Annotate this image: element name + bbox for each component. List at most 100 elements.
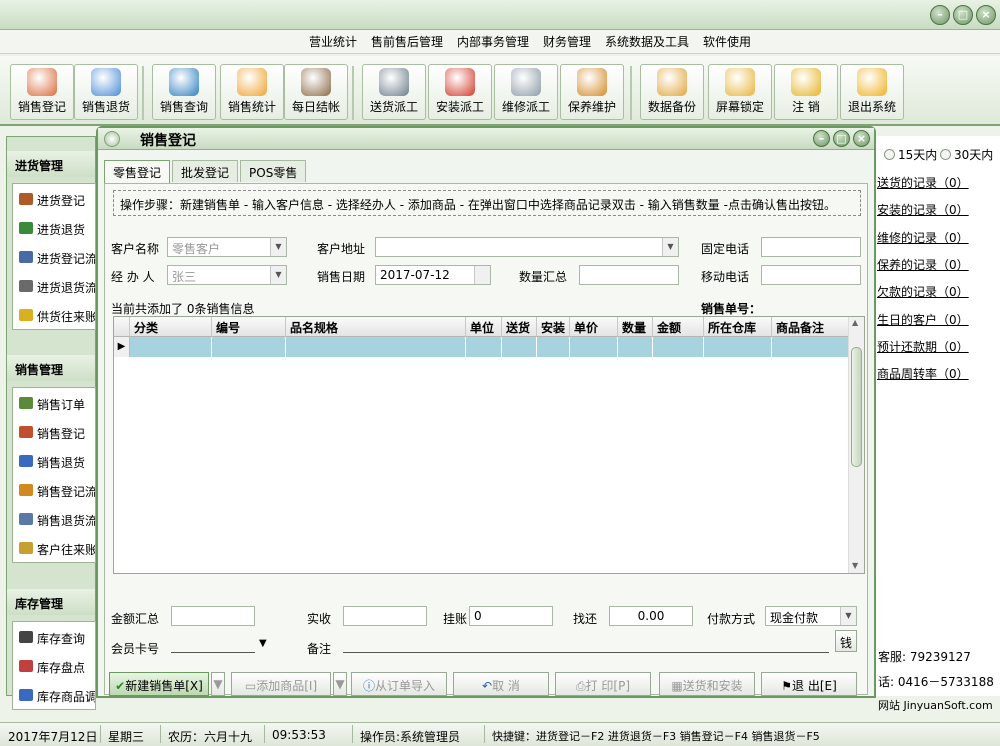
member-card-input[interactable]	[171, 652, 255, 653]
scrollbar-thumb[interactable]	[851, 347, 862, 467]
nav-item[interactable]: 进货退货	[13, 213, 95, 242]
grid-cell[interactable]	[537, 337, 570, 357]
address-select[interactable]: ▼	[375, 237, 679, 257]
grid-column-header[interactable]: 单价	[570, 317, 618, 337]
toolbar-button-9[interactable]: 数据备份	[640, 64, 704, 120]
grid-cell[interactable]	[212, 337, 286, 357]
chevron-down-icon[interactable]: ▼	[270, 266, 286, 284]
menu-item[interactable]: 营业统计	[309, 33, 357, 50]
close-icon[interactable]: ×	[853, 130, 870, 147]
grid-cell[interactable]	[570, 337, 618, 357]
maximize-icon[interactable]: □	[833, 130, 850, 147]
toolbar-button-11[interactable]: 注 销	[774, 64, 838, 120]
new-order-button[interactable]: ✔新建销售单[X]	[109, 672, 209, 696]
cash-button[interactable]: 钱	[835, 630, 857, 652]
grid-column-header[interactable]: 金额	[653, 317, 704, 337]
nav-section-title[interactable]: 销售管理	[7, 355, 95, 381]
chevron-down-icon[interactable]: ▼	[662, 238, 678, 256]
reminder-link[interactable]: 送货的记录（0）	[877, 174, 969, 191]
nav-section-title[interactable]: 库存管理	[7, 589, 95, 615]
date-picker[interactable]: 2017-07-12	[375, 265, 491, 285]
grid-cell[interactable]	[772, 337, 856, 357]
nav-item[interactable]: 销售订单	[13, 388, 95, 417]
nav-item[interactable]: 进货登记	[13, 184, 95, 213]
grid-column-header[interactable]: 分类	[130, 317, 212, 337]
toolbar-button-10[interactable]: 屏幕锁定	[708, 64, 772, 120]
toolbar-button-6[interactable]: 安装派工	[428, 64, 492, 120]
toolbar-button-2[interactable]: 销售查询	[152, 64, 216, 120]
reminder-link[interactable]: 欠款的记录（0）	[877, 283, 969, 300]
calendar-icon[interactable]	[474, 266, 490, 284]
grid-column-header[interactable]: 安装	[537, 317, 570, 337]
grid-cell[interactable]	[502, 337, 537, 357]
print-button[interactable]: ⎙打 印[P]	[555, 672, 651, 696]
reminder-link[interactable]: 生日的客户（0）	[877, 311, 969, 328]
tab-pos[interactable]: POS零售	[240, 160, 307, 182]
grid-column-header[interactable]: 送货	[502, 317, 537, 337]
nav-item[interactable]: 库存商品调	[13, 680, 95, 709]
delivery-install-button[interactable]: ▦送货和安装	[659, 672, 755, 696]
toolbar-button-1[interactable]: 销售退货	[74, 64, 138, 120]
reminder-link[interactable]: 安装的记录（0）	[877, 201, 969, 218]
toolbar-button-12[interactable]: 退出系统	[840, 64, 904, 120]
add-product-button[interactable]: ▭添加商品[I]	[231, 672, 331, 696]
new-order-dropdown[interactable]: ▼	[211, 672, 225, 696]
minimize-icon[interactable]: –	[930, 5, 950, 25]
grid-cell[interactable]	[618, 337, 653, 357]
minimize-icon[interactable]: –	[813, 130, 830, 147]
paid-input[interactable]	[343, 606, 427, 626]
grid-column-header[interactable]: 商品备注	[772, 317, 856, 337]
nav-item[interactable]: 销售退货流	[13, 504, 95, 533]
scroll-down-icon[interactable]: ▼	[852, 561, 858, 570]
toolbar-button-5[interactable]: 送货派工	[362, 64, 426, 120]
chevron-down-icon[interactable]: ▼	[840, 607, 856, 625]
grid-scrollbar[interactable]: ▲ ▼	[848, 317, 864, 573]
grid-cell[interactable]	[466, 337, 502, 357]
exit-button[interactable]: ⚑退 出[E]	[761, 672, 857, 696]
grid-column-header[interactable]: 编号	[212, 317, 286, 337]
toolbar-button-4[interactable]: 每日结帐	[284, 64, 348, 120]
nav-item[interactable]: 销售登记流	[13, 475, 95, 504]
nav-section-title[interactable]: 进货管理	[7, 151, 95, 177]
grid-column-header[interactable]: 所在仓库	[704, 317, 772, 337]
toolbar-button-8[interactable]: 保养维护	[560, 64, 624, 120]
grid-column-header[interactable]: 品名规格	[286, 317, 466, 337]
grid-cell[interactable]	[653, 337, 704, 357]
maximize-icon[interactable]: □	[953, 5, 973, 25]
reminder-link[interactable]: 商品周转率（0）	[877, 365, 969, 382]
grid-column-header[interactable]: 单位	[466, 317, 502, 337]
chevron-down-icon[interactable]: ▼	[270, 238, 286, 256]
nav-item[interactable]: 销售登记	[13, 417, 95, 446]
cancel-button[interactable]: ↶取 消	[453, 672, 549, 696]
chevron-down-icon[interactable]: ▼	[259, 638, 267, 649]
toolbar-button-0[interactable]: 销售登记	[10, 64, 74, 120]
menu-item[interactable]: 内部事务管理	[457, 33, 529, 50]
add-product-dropdown[interactable]: ▼	[333, 672, 347, 696]
nav-item[interactable]: 库存查询	[13, 622, 95, 651]
customer-select[interactable]: 零售客户 ▼	[167, 237, 287, 257]
menu-item[interactable]: 售前售后管理	[371, 33, 443, 50]
grid-cell[interactable]	[704, 337, 772, 357]
handler-select[interactable]: 张三 ▼	[167, 265, 287, 285]
range-30-radio[interactable]: 30天内	[940, 146, 993, 163]
menu-item[interactable]: 系统数据及工具	[605, 33, 689, 50]
range-15-radio[interactable]: 15天内	[884, 146, 937, 163]
close-icon[interactable]: ×	[976, 5, 996, 25]
grid-column-header[interactable]: 数量	[618, 317, 653, 337]
nav-item[interactable]: 进货退货流	[13, 271, 95, 300]
credit-input[interactable]: 0	[469, 606, 553, 626]
tab-wholesale[interactable]: 批发登记	[172, 160, 239, 182]
menu-item[interactable]: 财务管理	[543, 33, 591, 50]
import-order-button[interactable]: ⓘ从订单导入	[351, 672, 447, 696]
menu-item[interactable]: 软件使用	[703, 33, 751, 50]
sales-items-grid[interactable]: ▶ 分类 编号 品名规格 单位 送货 安装 单价 数量 金额 所在仓库 商品备注 ▲ ▼	[113, 316, 865, 574]
reminder-link[interactable]: 维修的记录（0）	[877, 229, 969, 246]
fixed-phone-input[interactable]	[761, 237, 861, 257]
toolbar-button-3[interactable]: 销售统计	[220, 64, 284, 120]
pay-method-select[interactable]: 现金付款 ▼	[765, 606, 857, 626]
scroll-up-icon[interactable]: ▲	[852, 318, 858, 327]
nav-item[interactable]: 供货往来账	[13, 300, 95, 329]
toolbar-button-7[interactable]: 维修派工	[494, 64, 558, 120]
grid-cell[interactable]	[286, 337, 466, 357]
grid-cell[interactable]	[130, 337, 212, 357]
